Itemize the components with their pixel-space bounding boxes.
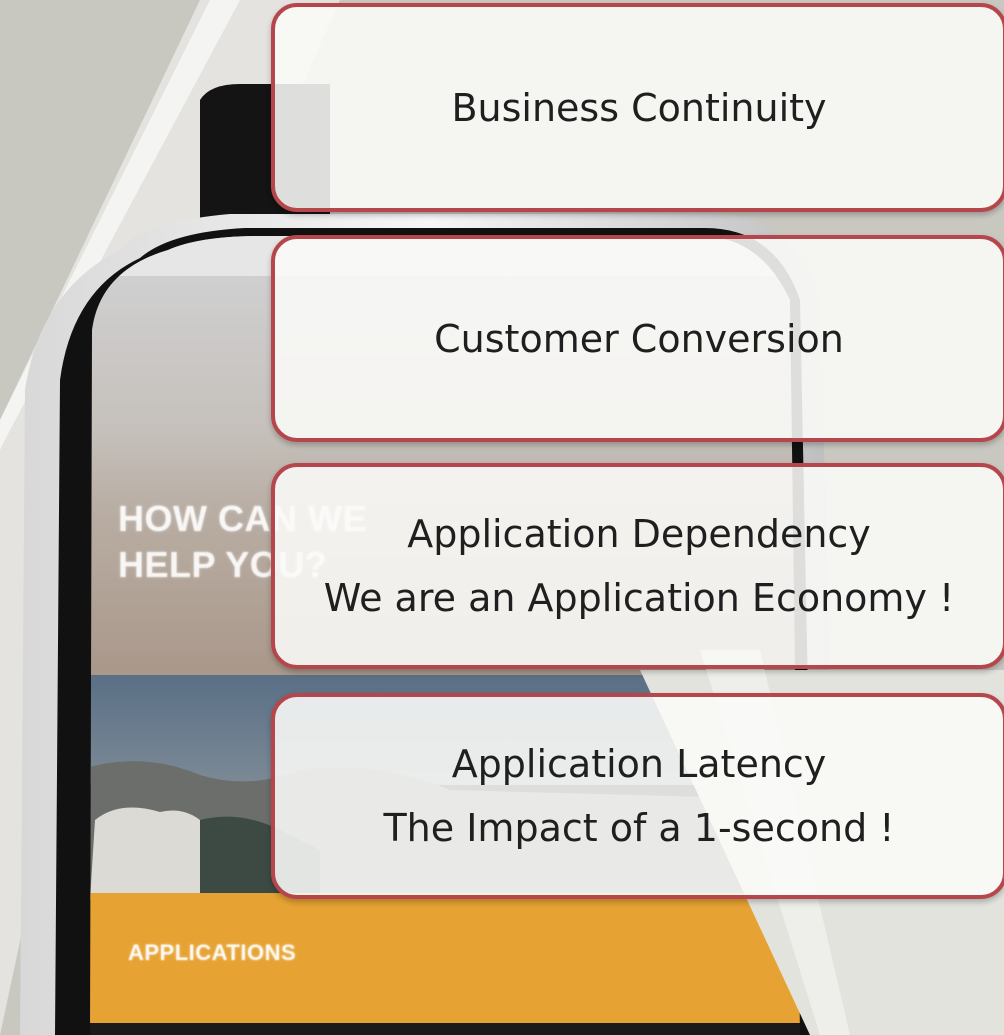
callout-application-latency: Application Latency The Impact of a 1-se…: [271, 693, 1004, 899]
callout-customer-conversion: Customer Conversion: [271, 235, 1004, 442]
phone-applications-label: APPLICATIONS: [128, 940, 297, 965]
callout-business-continuity: Business Continuity: [271, 3, 1004, 212]
callout-title: Application Dependency: [407, 512, 871, 556]
callout-title: Customer Conversion: [434, 316, 844, 361]
callout-subtitle: We are an Application Economy !: [323, 576, 955, 620]
callout-title: Business Continuity: [451, 85, 827, 130]
slide: HOW CAN WE HELP YOU? APPLICATIONS Busine…: [0, 0, 1004, 1035]
callout-subtitle: The Impact of a 1-second !: [383, 806, 895, 850]
callout-title: Application Latency: [451, 742, 827, 786]
callout-application-dependency: Application Dependency We are an Applica…: [271, 463, 1004, 669]
